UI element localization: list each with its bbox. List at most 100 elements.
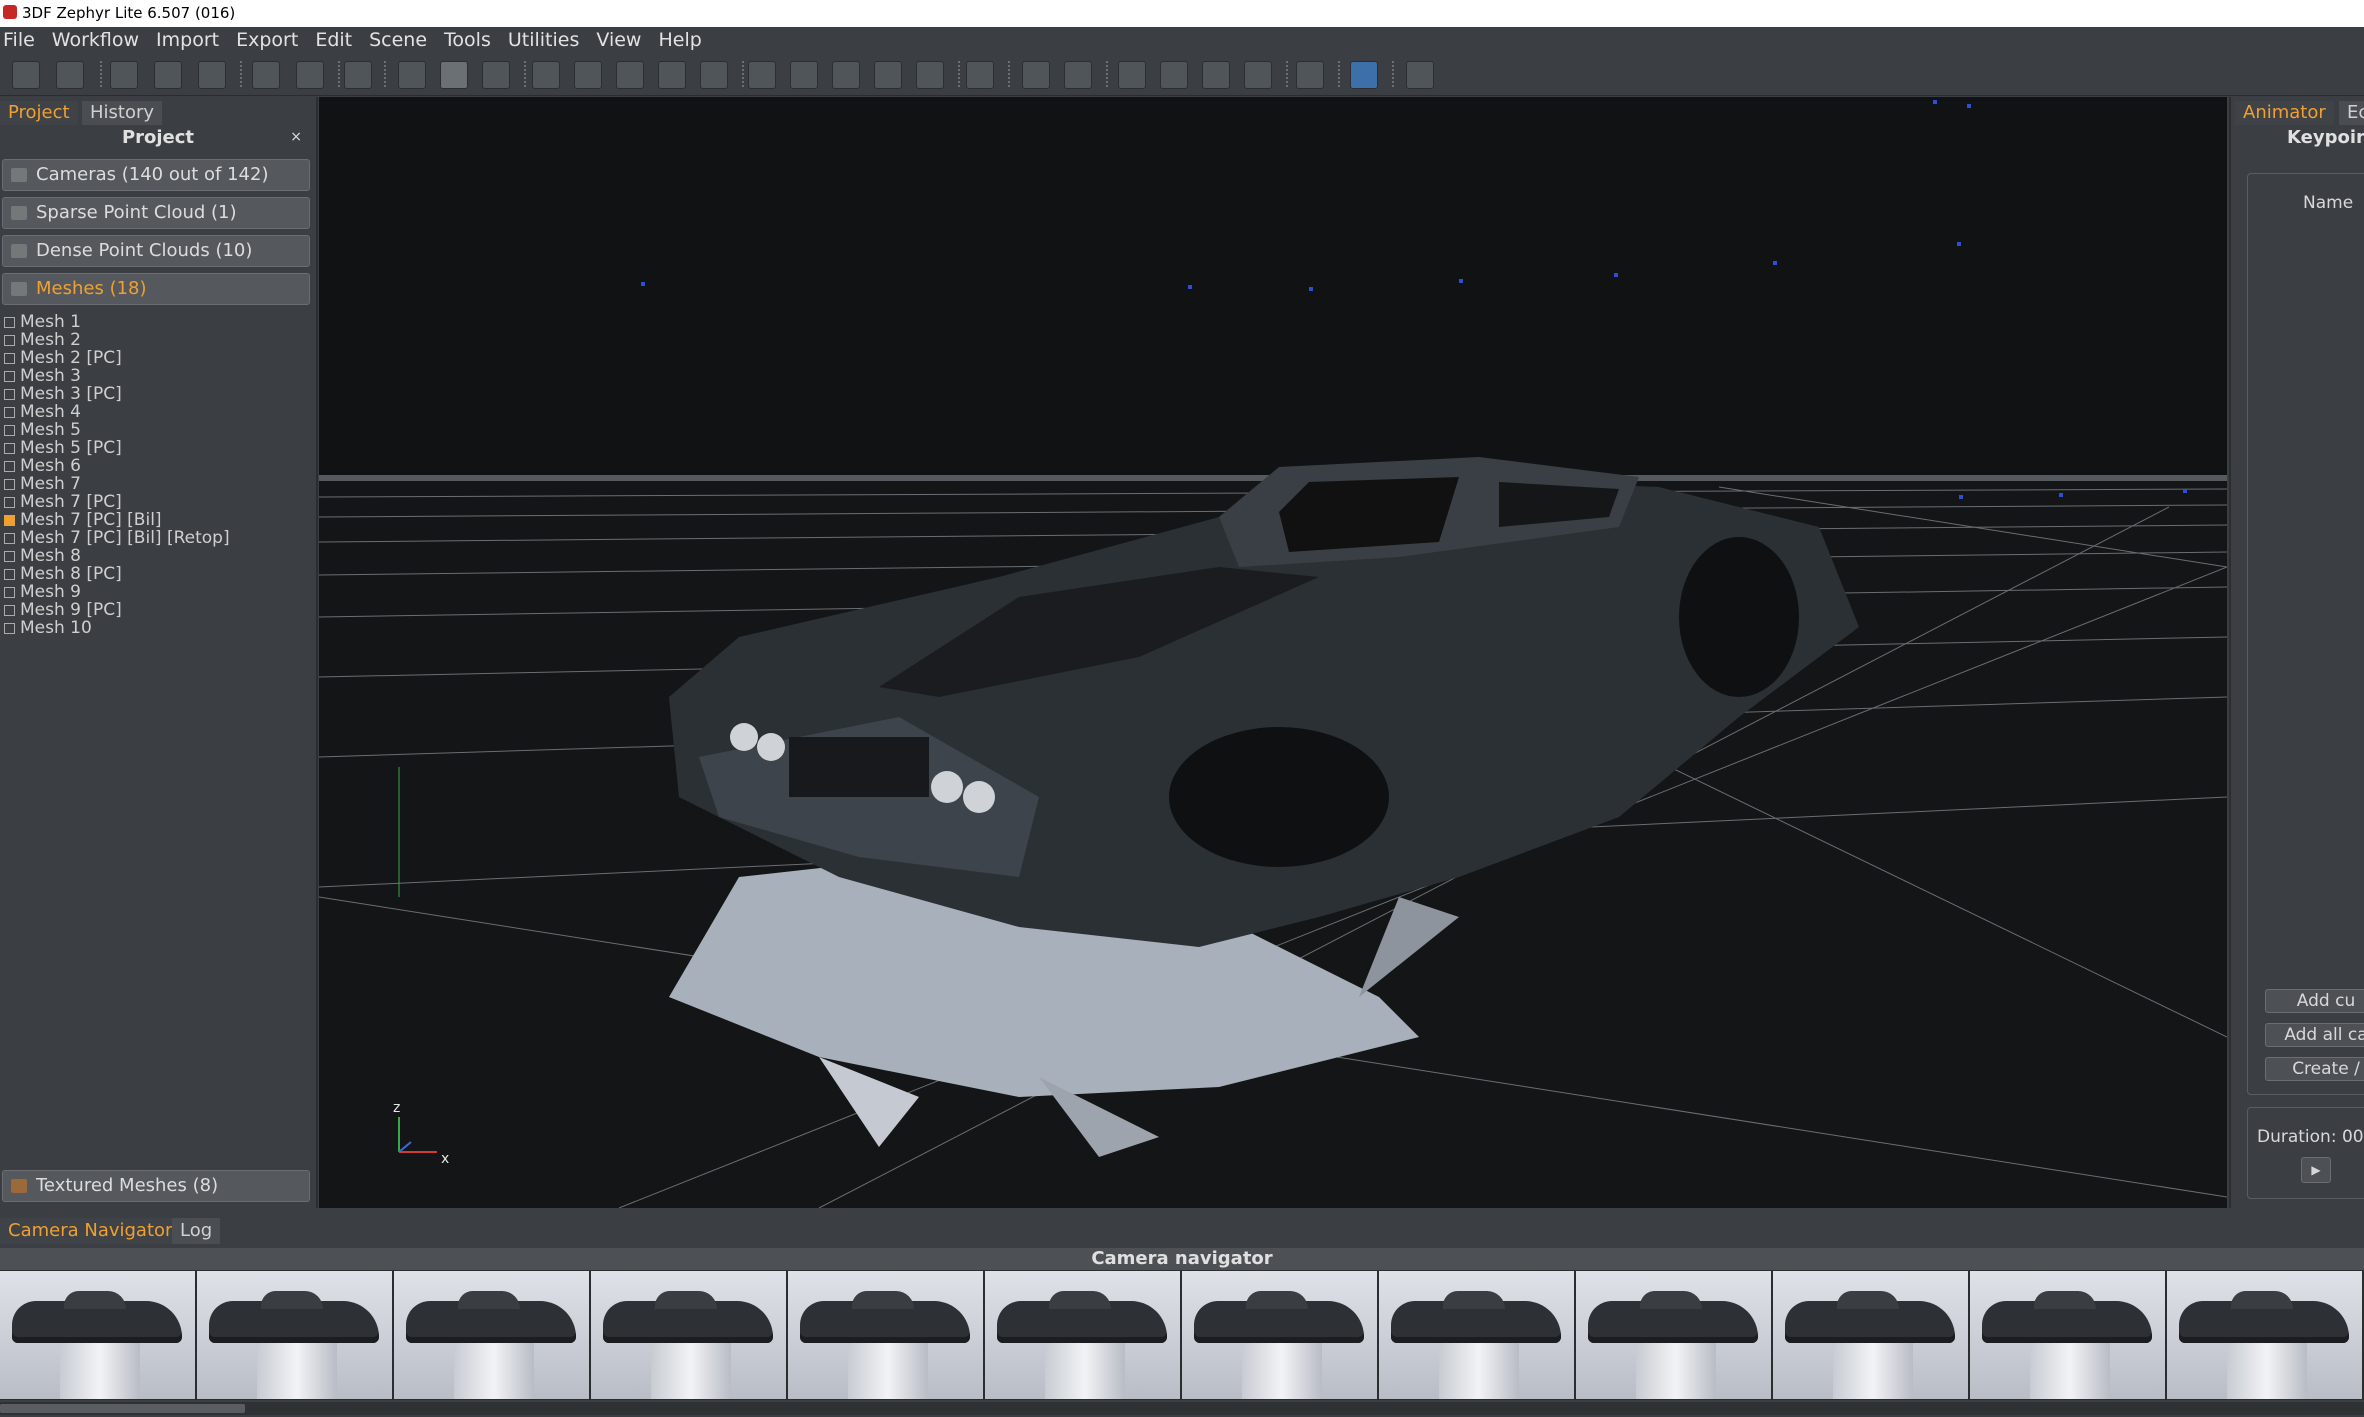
group-cameras[interactable]: Cameras (140 out of 142) [2, 159, 310, 191]
create-animation-button[interactable]: Create / [2265, 1057, 2364, 1081]
camera-thumbnail[interactable] [1182, 1271, 1377, 1399]
mesh-visibility-checkbox[interactable] [4, 389, 15, 400]
menu-edit[interactable]: Edit [315, 29, 352, 51]
mesh-visibility-checkbox[interactable] [4, 461, 15, 472]
mesh-visibility-checkbox[interactable] [4, 497, 15, 508]
mesh-list-item[interactable]: Mesh 10 [4, 619, 304, 637]
points-scatter-icon[interactable] [790, 61, 818, 89]
mesh-list-item[interactable]: Mesh 7 [PC] [4, 493, 304, 511]
menu-utilities[interactable]: Utilities [508, 29, 580, 51]
menu-help[interactable]: Help [658, 29, 701, 51]
mesh-list-item[interactable]: Mesh 5 [PC] [4, 439, 304, 457]
camera-thumbnail[interactable] [394, 1271, 589, 1399]
measure-icon[interactable] [1244, 61, 1272, 89]
selection-tool-icon[interactable] [748, 61, 776, 89]
menu-import[interactable]: Import [156, 29, 219, 51]
mesh-list-item[interactable]: Mesh 2 [4, 331, 304, 349]
menu-view[interactable]: View [596, 29, 641, 51]
camera-thumbnail[interactable] [591, 1271, 786, 1399]
help-icon[interactable] [1406, 61, 1434, 89]
mesh-list-item[interactable]: Mesh 1 [4, 313, 304, 331]
mesh-visibility-checkbox[interactable] [4, 443, 15, 454]
mesh-visibility-checkbox[interactable] [4, 515, 15, 526]
mesh-visibility-checkbox[interactable] [4, 605, 15, 616]
color-box-icon[interactable] [916, 61, 944, 89]
cube-outline-icon[interactable] [154, 61, 182, 89]
add-all-cameras-button[interactable]: Add all ca [2265, 1023, 2364, 1047]
menu-workflow[interactable]: Workflow [52, 29, 139, 51]
camera-thumbnail[interactable] [1379, 1271, 1574, 1399]
close-icon[interactable]: × [290, 129, 302, 145]
mesh-list-item[interactable]: Mesh 4 [4, 403, 304, 421]
orbit-active-icon[interactable] [440, 61, 468, 89]
rotate-icon[interactable] [1160, 61, 1188, 89]
camera-icon[interactable] [344, 61, 372, 89]
3d-viewport[interactable]: z x [319, 97, 2227, 1208]
camera-thumbnail[interactable] [1970, 1271, 2165, 1399]
mesh-visibility-checkbox[interactable] [4, 569, 15, 580]
scrollbar-thumb[interactable] [0, 1404, 245, 1413]
tab-camera-navigator[interactable]: Camera Navigator [0, 1218, 181, 1244]
scene-canvas[interactable]: z x [319, 97, 2227, 1208]
undo-icon[interactable] [1022, 61, 1050, 89]
orbit-icon[interactable] [398, 61, 426, 89]
mesh-list-item[interactable]: Mesh 5 [4, 421, 304, 439]
mesh-visibility-checkbox[interactable] [4, 587, 15, 598]
mesh-wire-icon[interactable] [658, 61, 686, 89]
brush-icon[interactable] [700, 61, 728, 89]
mesh-list-item[interactable]: Mesh 8 [4, 547, 304, 565]
mesh-visibility-checkbox[interactable] [4, 551, 15, 562]
mesh-list-item[interactable]: Mesh 2 [PC] [4, 349, 304, 367]
new-project-icon[interactable] [12, 61, 40, 89]
camera-thumbnail[interactable] [2167, 1271, 2362, 1399]
light-bulb-icon[interactable] [532, 61, 560, 89]
group-dense-clouds[interactable]: Dense Point Clouds (10) [2, 235, 310, 267]
wasd-icon[interactable] [482, 61, 510, 89]
tool-icon[interactable] [1296, 61, 1324, 89]
mesh-visibility-checkbox[interactable] [4, 533, 15, 544]
point-cloud-icon[interactable] [574, 61, 602, 89]
mesh-list-item[interactable]: Mesh 7 [PC] [Bil] [Retop] [4, 529, 304, 547]
camera-thumbnail[interactable] [788, 1271, 983, 1399]
mesh-list-item[interactable]: Mesh 6 [4, 457, 304, 475]
camera-thumbnail[interactable] [1773, 1271, 1968, 1399]
add-current-button[interactable]: Add cu [2265, 989, 2364, 1013]
mesh-visibility-checkbox[interactable] [4, 371, 15, 382]
duration-input[interactable]: 00 [2342, 1127, 2364, 1147]
camera-thumbnail[interactable] [197, 1271, 392, 1399]
group-meshes[interactable]: Meshes (18) [2, 273, 310, 305]
tab-history[interactable]: History [82, 101, 163, 125]
mesh-list-item[interactable]: Mesh 7 [PC] [Bil] [4, 511, 304, 529]
mesh-red-icon[interactable] [252, 61, 280, 89]
menu-file[interactable]: File [3, 29, 35, 51]
play-icon[interactable]: ▶ [2301, 1157, 2331, 1183]
mesh-visibility-checkbox[interactable] [4, 425, 15, 436]
group-textured-meshes[interactable]: Textured Meshes (8) [2, 1170, 310, 1202]
thumbnail-scrollbar[interactable] [0, 1402, 2364, 1415]
save-icon[interactable] [56, 61, 84, 89]
camera-thumbnail[interactable] [1576, 1271, 1771, 1399]
box-icon[interactable] [874, 61, 902, 89]
select-region-icon[interactable] [110, 61, 138, 89]
mesh-visibility-checkbox[interactable] [4, 479, 15, 490]
mesh-list-item[interactable]: Mesh 7 [4, 475, 304, 493]
mesh-visibility-checkbox[interactable] [4, 317, 15, 328]
camera-thumbnail[interactable] [985, 1271, 1180, 1399]
mesh-visibility-checkbox[interactable] [4, 353, 15, 364]
tab-animator[interactable]: Animator [2235, 101, 2334, 125]
mesh-list-item[interactable]: Mesh 8 [PC] [4, 565, 304, 583]
mesh-list-item[interactable]: Mesh 3 [PC] [4, 385, 304, 403]
lasso-icon[interactable] [1118, 61, 1146, 89]
mesh-list-item[interactable]: Mesh 9 [4, 583, 304, 601]
redo-icon[interactable] [1064, 61, 1092, 89]
menu-export[interactable]: Export [236, 29, 298, 51]
camera-thumbnail[interactable] [0, 1271, 195, 1399]
frame-icon[interactable] [966, 61, 994, 89]
mesh-list-item[interactable]: Mesh 3 [4, 367, 304, 385]
tab-log[interactable]: Log [172, 1218, 221, 1244]
mesh-texture-icon[interactable] [296, 61, 324, 89]
menu-tools[interactable]: Tools [444, 29, 491, 51]
tab-project[interactable]: Project [0, 101, 78, 125]
group-sparse-cloud[interactable]: Sparse Point Cloud (1) [2, 197, 310, 229]
cube-shaded-icon[interactable] [198, 61, 226, 89]
